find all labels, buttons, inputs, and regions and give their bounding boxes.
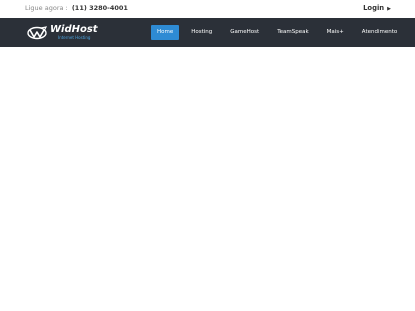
nav-item-mais[interactable]: Mais+ (321, 25, 350, 40)
brand-logo[interactable]: WidHost Internet Hosting (27, 25, 99, 41)
login-label: Login (363, 4, 385, 12)
widhost-logo-icon (27, 26, 47, 40)
chevron-right-icon: ▶ (387, 6, 391, 12)
nav-item-home[interactable]: Home (151, 25, 180, 40)
phone-contact: Ligue agora : (11) 3280-4001 (25, 4, 128, 12)
page-content (0, 47, 415, 311)
brand-name: WidHost (50, 24, 98, 35)
nav-item-atendimento[interactable]: Atendimento (356, 25, 403, 40)
main-navbar: WidHost Internet Hosting Home Hosting Ga… (0, 18, 415, 47)
brand-tagline: Internet Hosting (58, 35, 91, 40)
phone-number: (11) 3280-4001 (71, 4, 128, 12)
nav-item-teamspeak[interactable]: TeamSpeak (271, 25, 314, 40)
nav-item-gamehost[interactable]: GameHost (224, 25, 265, 40)
phone-label: Ligue agora : (25, 4, 68, 12)
top-bar: Ligue agora : (11) 3280-4001 Login ▶ (0, 0, 415, 18)
login-button[interactable]: Login ▶ (363, 4, 391, 12)
nav-menu: Home Hosting GameHost TeamSpeak Mais+ At… (151, 18, 403, 47)
nav-item-hosting[interactable]: Hosting (185, 25, 218, 40)
